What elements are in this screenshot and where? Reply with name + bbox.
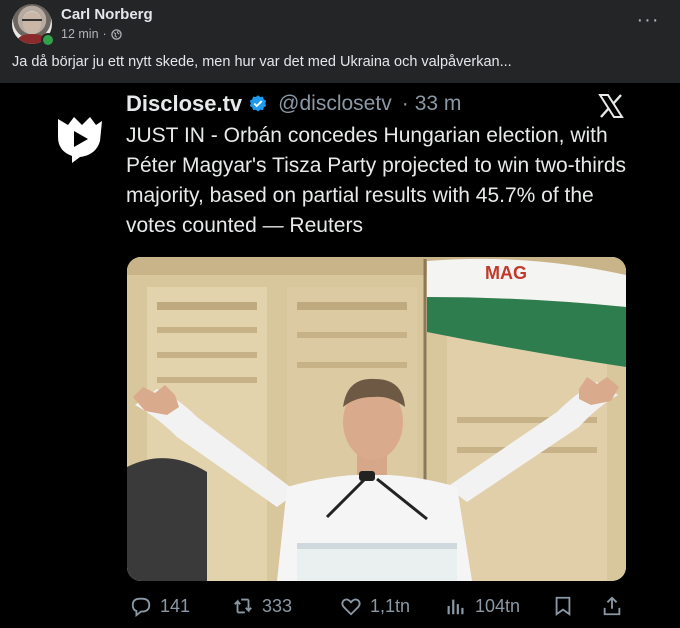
views-icon bbox=[447, 599, 464, 615]
reply-action[interactable]: 141 bbox=[130, 595, 190, 617]
ellipsis-icon[interactable]: ··· bbox=[634, 10, 662, 34]
disclose-logo-icon bbox=[58, 117, 102, 163]
author-name[interactable]: Carl Norberg bbox=[61, 6, 153, 23]
repost-action[interactable]: 333 bbox=[232, 595, 292, 617]
post-meta: 12 min · bbox=[61, 27, 122, 41]
reply-count: 141 bbox=[160, 595, 191, 616]
views-count: 104tn bbox=[475, 595, 521, 616]
reply-icon bbox=[131, 597, 151, 617]
share-icon bbox=[603, 596, 621, 616]
like-count: 1,1tn bbox=[370, 595, 411, 616]
tweet-actions: 141 333 1,1tn 104tn bbox=[0, 595, 680, 625]
flag-text: MAG bbox=[485, 263, 527, 283]
tweet-text: JUST IN - Orbán concedes Hungarian elect… bbox=[126, 124, 627, 237]
repost-count: 333 bbox=[262, 595, 293, 616]
tweet-image[interactable]: Disclose.tv @disclosetv · 33 m JUST IN -… bbox=[0, 83, 680, 628]
tweet-photo[interactable]: MAG bbox=[127, 257, 626, 581]
tweet-handle[interactable]: @disclosetv bbox=[278, 92, 392, 116]
post-time[interactable]: 12 min bbox=[61, 27, 99, 41]
speaker-photo: MAG bbox=[127, 257, 626, 581]
heart-icon bbox=[341, 598, 361, 616]
post-header: Carl Norberg 12 min · ··· Ja då börjar j… bbox=[0, 0, 680, 82]
tweet-dot: · bbox=[401, 92, 409, 115]
tweet-time: 33 m bbox=[414, 92, 462, 115]
share-action[interactable] bbox=[601, 595, 623, 617]
repost-icon bbox=[234, 598, 252, 614]
verified-badge-icon bbox=[250, 95, 267, 112]
tweet-author-name[interactable]: Disclose.tv bbox=[126, 91, 242, 117]
tweet-header: Disclose.tv @disclosetv · 33 m bbox=[126, 91, 461, 117]
bookmark-action[interactable] bbox=[552, 595, 574, 617]
globe-icon bbox=[110, 28, 122, 40]
x-logo-icon bbox=[598, 94, 624, 118]
like-action[interactable]: 1,1tn bbox=[340, 595, 410, 617]
bookmark-icon bbox=[555, 596, 571, 617]
online-status-dot bbox=[41, 33, 55, 47]
post-caption: Ja då börjar ju ett nytt skede, men hur … bbox=[12, 54, 512, 70]
meta-separator: · bbox=[102, 27, 107, 41]
views-action[interactable]: 104tn bbox=[445, 595, 520, 617]
